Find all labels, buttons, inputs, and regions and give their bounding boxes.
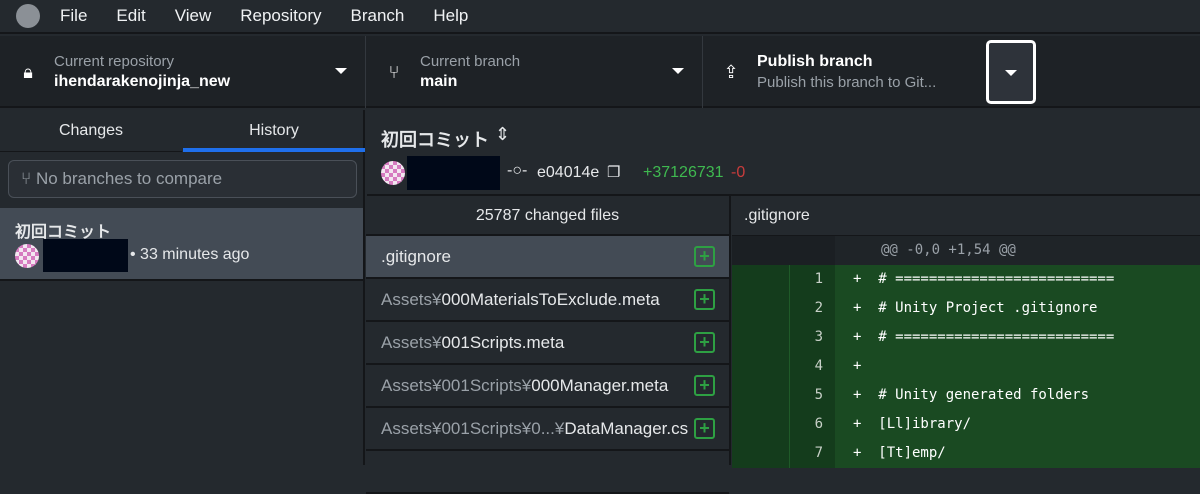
commit-sha: e04014e (537, 164, 600, 181)
file-name: .gitignore (381, 247, 451, 266)
chevron-down-icon (335, 68, 347, 74)
avatar (15, 244, 39, 268)
lock-icon: 🔒︎ (23, 61, 33, 82)
branch-compare-input[interactable]: ⑂ No branches to compare (8, 160, 357, 198)
sidebar: Changes History ⑂ No branches to compare… (0, 110, 365, 465)
diff-line: 6 + [Ll]ibrary/ (732, 410, 1200, 439)
file-dir: Assets¥ (381, 333, 442, 352)
diff-view: .gitignore @@ -0,0 +1,54 @@ 1 + # =======… (732, 196, 1200, 468)
diff-line: 7 + [Tt]emp/ (732, 439, 1200, 468)
file-list-item[interactable]: Assets¥000MaterialsToExclude.meta + (366, 279, 729, 322)
branch-label: Current branch (420, 53, 521, 70)
diff-line: 5 + # Unity generated folders (732, 381, 1200, 410)
diff-line: 3 + # ========================== (732, 323, 1200, 352)
changed-files-count: 25787 changed files (366, 196, 729, 236)
file-list-item[interactable]: .gitignore + (366, 236, 729, 279)
redacted-author (407, 156, 500, 190)
file-added-icon: + (694, 289, 715, 310)
file-name: 000Manager.meta (531, 376, 669, 395)
hunk-header: @@ -0,0 +1,54 @@ (732, 236, 1200, 265)
deletions-count: -0 (731, 164, 746, 181)
line-number: 3 (790, 323, 835, 352)
file-name: 001Scripts.meta (441, 333, 565, 352)
diff-line: 4 + (732, 352, 1200, 381)
line-content: + # Unity generated folders (835, 381, 1200, 410)
diff-line: 1 + # ========================== (732, 265, 1200, 294)
avatar (381, 161, 405, 185)
publish-label: Publish branch (757, 53, 873, 70)
line-number: 2 (790, 294, 835, 323)
line-number: 1 (790, 265, 835, 294)
current-branch-button[interactable]: ⑂ Current branch main (366, 36, 703, 108)
branch-icon: ⑂ (21, 169, 36, 188)
file-added-icon: + (694, 375, 715, 396)
additions-count: +37126731 (643, 164, 724, 181)
changed-files-list: 25787 changed files .gitignore + Assets¥00… (366, 196, 731, 494)
publish-desc: Publish this branch to Git... (757, 74, 937, 91)
menu-edit[interactable]: Edit (116, 6, 145, 26)
file-added-icon: + (694, 418, 715, 439)
publish-branch-button[interactable]: ⇪ Publish branch Publish this branch to G… (703, 36, 986, 108)
commit-time: • 33 minutes ago (130, 246, 250, 263)
current-repository-button[interactable]: 🔒︎ Current repository ihendarakenojinja_n… (0, 36, 366, 108)
commit-icon: -○- (507, 162, 528, 179)
branch-icon: ⑂ (388, 61, 400, 82)
file-list-item[interactable] (366, 451, 729, 494)
line-number: 4 (790, 352, 835, 381)
file-dir: Assets¥001Scripts¥ (381, 376, 532, 395)
file-dir: Assets¥001Scripts¥0...¥ (381, 419, 565, 438)
tab-history[interactable]: History (183, 110, 365, 152)
line-content: + (835, 352, 1200, 381)
upload-icon: ⇪ (723, 61, 739, 82)
menu-repository[interactable]: Repository (240, 6, 321, 26)
redacted-author (43, 239, 128, 272)
line-content: + # ========================== (835, 323, 1200, 352)
menu-help[interactable]: Help (433, 6, 468, 26)
github-logo-icon (16, 4, 40, 28)
menu-branch[interactable]: Branch (351, 6, 405, 26)
menu-bar: File Edit View Repository Branch Help (0, 0, 1200, 34)
repo-label: Current repository (54, 53, 175, 70)
compare-placeholder: No branches to compare (35, 169, 223, 188)
copy-icon[interactable]: ❐ (607, 163, 620, 181)
commit-header: 初回コミット ⇕ -○- e04014e ❐ +37126731 -0 (367, 110, 1200, 196)
expand-icon[interactable]: ⇕ (495, 124, 510, 145)
menu-file[interactable]: File (60, 6, 87, 26)
hunk-text: @@ -0,0 +1,54 @@ (835, 236, 1200, 265)
commit-list-item[interactable]: 初回コミット • 33 minutes ago (0, 208, 363, 281)
chevron-down-icon (1005, 70, 1017, 76)
diff-file-name: .gitignore (732, 196, 1200, 236)
file-list-item[interactable]: Assets¥001Scripts¥0...¥DataManager.cs + (366, 408, 729, 451)
file-name: 000MaterialsToExclude.meta (441, 290, 660, 309)
line-content: + [Ll]ibrary/ (835, 410, 1200, 439)
line-content: + # Unity Project .gitignore (835, 294, 1200, 323)
diff-line: 2 + # Unity Project .gitignore (732, 294, 1200, 323)
menu-view[interactable]: View (175, 6, 212, 26)
line-number: 6 (790, 410, 835, 439)
file-added-icon: + (694, 246, 715, 267)
line-number: 5 (790, 381, 835, 410)
line-content: + # ========================== (835, 265, 1200, 294)
file-dir: Assets¥ (381, 290, 442, 309)
publish-dropdown-button[interactable] (986, 40, 1036, 104)
file-list-item[interactable]: Assets¥001Scripts.meta + (366, 322, 729, 365)
file-list-item[interactable]: Assets¥001Scripts¥000Manager.meta + (366, 365, 729, 408)
chevron-down-icon (672, 68, 684, 74)
repo-name: ihendarakenojinja_new (54, 73, 231, 90)
file-name: DataManager.cs (564, 419, 689, 438)
line-number: 7 (790, 439, 835, 468)
commit-summary: 初回コミット (381, 130, 489, 150)
tab-changes[interactable]: Changes (0, 110, 182, 152)
line-content: + [Tt]emp/ (835, 439, 1200, 468)
file-added-icon: + (694, 332, 715, 353)
branch-name: main (420, 73, 458, 90)
